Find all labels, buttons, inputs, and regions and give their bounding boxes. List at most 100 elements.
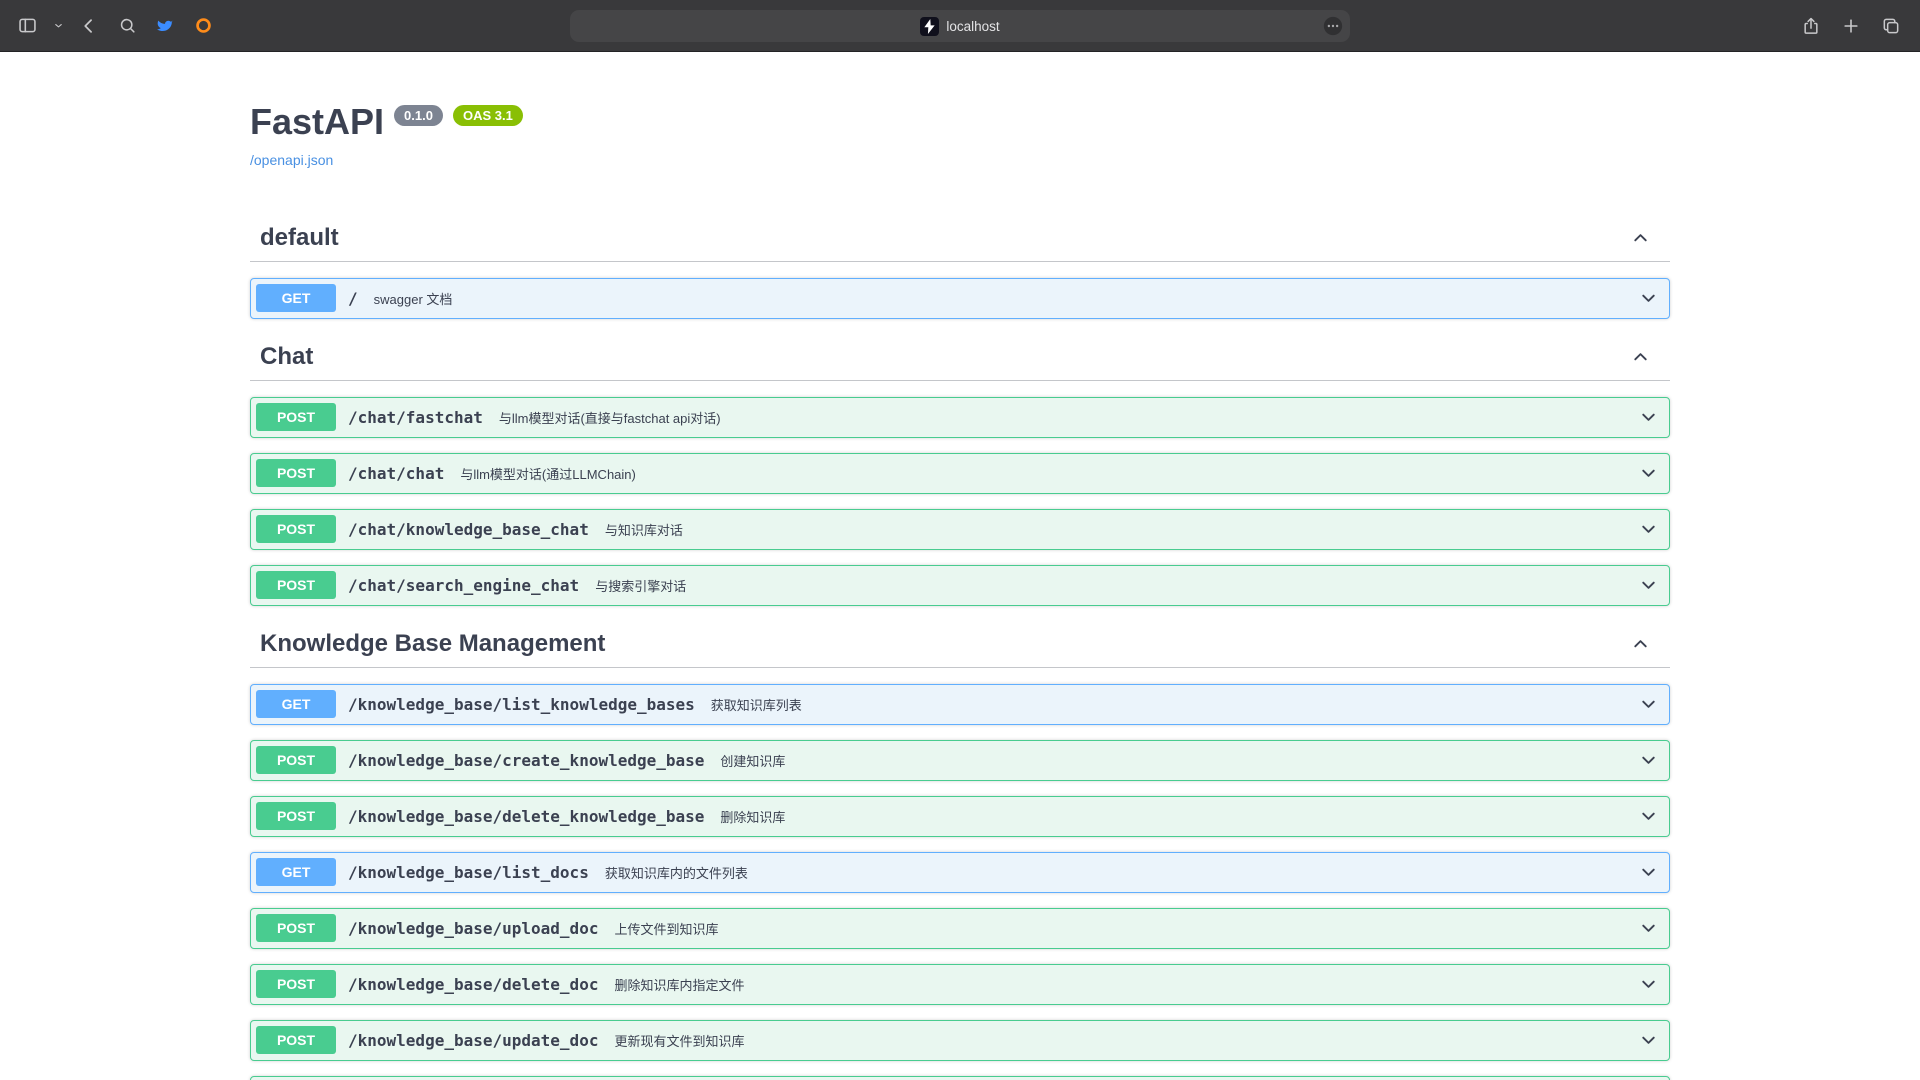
expand-operation-button[interactable] [1639, 576, 1658, 595]
chevron-down-icon [1639, 408, 1658, 427]
site-favicon-icon [920, 17, 939, 36]
operation-row[interactable]: GET/knowledge_base/list_knowledge_bases 获… [250, 684, 1670, 725]
operation-row[interactable]: POST/chat/fastchat与llm模型对话(直接与fastchat a… [250, 397, 1670, 438]
address-bar[interactable]: localhost [570, 10, 1350, 42]
operation-row[interactable]: POST/chat/chat与llm模型对话(通过LLMChain) [250, 453, 1670, 494]
share-button[interactable] [1798, 11, 1824, 41]
operation-path: /chat/fastchat [348, 408, 483, 427]
chevron-down-icon [1639, 975, 1658, 994]
section-collapse-button[interactable] [1631, 347, 1650, 366]
expand-operation-button[interactable] [1639, 695, 1658, 714]
chevron-down-icon [1639, 919, 1658, 938]
search-icon [118, 16, 137, 35]
chevron-down-icon [1639, 807, 1658, 826]
chevron-down-icon [1639, 576, 1658, 595]
chevron-down-icon [1639, 464, 1658, 483]
operation-row[interactable]: POST/chat/knowledge_base_chat与知识库对话 [250, 509, 1670, 550]
operation-path: /knowledge_base/delete_knowledge_base [348, 807, 704, 826]
operation-summary: 删除知识库内指定文件 [614, 975, 1639, 994]
chevron-up-icon [1631, 347, 1650, 366]
tabs-icon [1881, 16, 1901, 36]
content-wrapper: FastAPI 0.1.0 OAS 3.1 /openapi.json defa… [230, 102, 1690, 1080]
method-badge: POST [256, 746, 336, 774]
back-button[interactable] [76, 11, 102, 41]
section-title: default [260, 223, 1631, 253]
back-arrow-icon [79, 16, 99, 36]
operation-row[interactable]: POST/knowledge_base/recreate_vector_stor… [250, 1076, 1670, 1080]
method-badge: GET [256, 690, 336, 718]
api-section-chat: Chat POST/chat/fastchat与llm模型对话(直接与fastch… [250, 334, 1670, 606]
expand-operation-button[interactable] [1639, 751, 1658, 770]
section-collapse-button[interactable] [1631, 634, 1650, 653]
operation-path: /knowledge_base/upload_doc [348, 919, 598, 938]
expand-operation-button[interactable] [1639, 1031, 1658, 1050]
swagger-page: FastAPI 0.1.0 OAS 3.1 /openapi.json defa… [0, 52, 1920, 1080]
operation-summary: 获取知识库列表 [711, 695, 1639, 714]
operation-summary: 获取知识库内的文件列表 [605, 863, 1639, 882]
expand-operation-button[interactable] [1639, 919, 1658, 938]
operation-row[interactable]: POST/knowledge_base/delete_doc删除知识库内指定文件 [250, 964, 1670, 1005]
method-badge: POST [256, 970, 336, 998]
oas-badge: OAS 3.1 [453, 105, 523, 126]
operation-path: /knowledge_base/update_doc [348, 1031, 598, 1050]
method-badge: POST [256, 515, 336, 543]
expand-operation-button[interactable] [1639, 975, 1658, 994]
chevron-down-icon [1639, 751, 1658, 770]
bird-extension-icon [155, 16, 175, 36]
operation-path: /knowledge_base/list_knowledge_bases [348, 695, 695, 714]
method-badge: POST [256, 459, 336, 487]
operation-summary: 更新现有文件到知识库 [614, 1031, 1639, 1050]
section-collapse-button[interactable] [1631, 228, 1650, 247]
chevron-down-icon [1639, 695, 1658, 714]
version-badge: 0.1.0 [394, 105, 443, 126]
operation-row[interactable]: GET/knowledge_base/list_docs获取知识库内的文件列表 [250, 852, 1670, 893]
sidebar-icon [17, 15, 38, 36]
sidebar-toggle-button[interactable] [14, 11, 40, 41]
search-button[interactable] [114, 11, 140, 41]
operation-row[interactable]: POST/knowledge_base/update_doc 更新现有文件到知识库 [250, 1020, 1670, 1061]
operation-row[interactable]: POST/knowledge_base/delete_knowledge_bas… [250, 796, 1670, 837]
extensions-overflow-button[interactable] [1322, 15, 1344, 37]
address-text: localhost [946, 19, 999, 34]
section-operations: POST/chat/fastchat与llm模型对话(直接与fastchat a… [250, 397, 1670, 606]
api-title-text: FastAPI [250, 102, 384, 142]
tab-overview-button[interactable] [1878, 11, 1904, 41]
chevron-up-icon [1631, 228, 1650, 247]
expand-operation-button[interactable] [1639, 289, 1658, 308]
operation-path: /knowledge_base/list_docs [348, 863, 589, 882]
chevron-up-icon [1631, 634, 1650, 653]
operation-row[interactable]: POST/chat/search_engine_chat与搜索引擎对话 [250, 565, 1670, 606]
chevron-down-icon [53, 20, 64, 31]
plus-icon [1841, 16, 1861, 36]
operation-row[interactable]: GET/swagger 文档 [250, 278, 1670, 319]
browser-toolbar: localhost [0, 0, 1920, 52]
method-badge: POST [256, 571, 336, 599]
operation-row[interactable]: POST/knowledge_base/create_knowledge_bas… [250, 740, 1670, 781]
sidebar-menu-chevron-button[interactable] [52, 11, 64, 41]
blue-extension-button[interactable] [152, 11, 178, 41]
expand-operation-button[interactable] [1639, 408, 1658, 427]
section-title: Knowledge Base Management [260, 629, 1631, 659]
section-header-default[interactable]: default [250, 215, 1670, 262]
section-header-chat[interactable]: Chat [250, 334, 1670, 381]
operation-path: /knowledge_base/create_knowledge_base [348, 751, 704, 770]
method-badge: POST [256, 1026, 336, 1054]
chevron-down-icon [1639, 289, 1658, 308]
method-badge: POST [256, 802, 336, 830]
operation-row[interactable]: POST/knowledge_base/upload_doc上传文件到知识库 [250, 908, 1670, 949]
new-tab-button[interactable] [1838, 11, 1864, 41]
openapi-spec-link[interactable]: /openapi.json [250, 152, 333, 168]
expand-operation-button[interactable] [1639, 464, 1658, 483]
chevron-down-icon [1639, 1031, 1658, 1050]
expand-operation-button[interactable] [1639, 520, 1658, 539]
api-title: FastAPI 0.1.0 OAS 3.1 [250, 102, 1670, 142]
expand-operation-button[interactable] [1639, 807, 1658, 826]
orange-extension-button[interactable] [190, 11, 216, 41]
operation-summary: 创建知识库 [720, 751, 1639, 770]
section-header-knowledge-base-management[interactable]: Knowledge Base Management [250, 621, 1670, 668]
api-sections: default GET/swagger 文档 Chat POST/chat/fastc… [250, 215, 1670, 1080]
method-badge: POST [256, 914, 336, 942]
expand-operation-button[interactable] [1639, 863, 1658, 882]
operation-path: /chat/search_engine_chat [348, 576, 579, 595]
ring-extension-icon [194, 16, 213, 35]
